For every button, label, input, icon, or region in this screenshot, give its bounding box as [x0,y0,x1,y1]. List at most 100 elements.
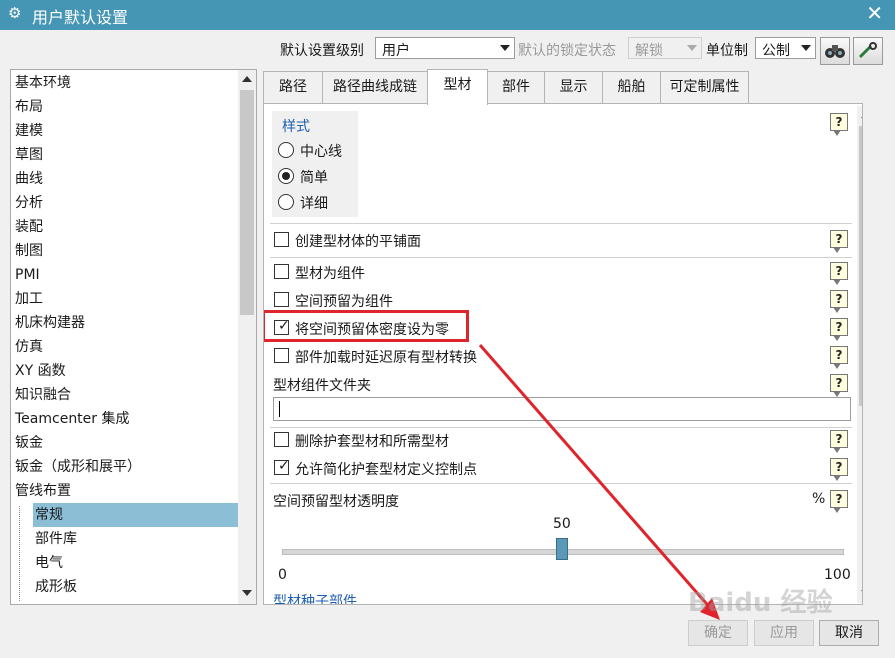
help-icon[interactable]: ? [830,262,848,285]
profile-seed-part-label: 型材种子部件 [273,594,357,605]
separator [270,223,852,224]
panel-scrollbar[interactable] [857,106,862,603]
space-reserve-component-checkbox[interactable] [274,292,289,307]
highlight-box [264,310,469,342]
style-group: 样式 中心线 简单 详细 [272,111,358,217]
tab-display[interactable]: 显示 [544,71,603,103]
tree-item[interactable]: XY 函数 [15,359,66,383]
delete-protect-label: 删除护套型材和所需型材 [295,434,449,450]
help-icon[interactable]: ? [830,346,848,369]
transparency-unit: % [812,491,826,507]
level-label: 默认设置级别 [280,43,364,59]
lock-label: 默认的锁定状态 [518,43,616,59]
chevron-down-icon [801,45,811,51]
tree-item[interactable]: PMI [15,263,40,287]
slider-min: 0 [278,567,287,583]
transparency-label: 空间预留型材透明度 [273,494,399,510]
tree-item[interactable]: 机床构建器 [15,311,85,335]
tab-profile[interactable]: 型材 [427,69,488,105]
tree-subitem[interactable]: 部件库 [33,527,77,551]
tab-part[interactable]: 部件 [487,71,545,103]
help-icon[interactable]: ? [830,490,848,513]
tree-subitem-selected[interactable]: 常规 [33,503,240,527]
scroll-up-icon[interactable] [861,112,862,118]
transparency-slider-thumb[interactable] [556,538,568,560]
tree-subitem[interactable]: 成形板 [33,575,77,599]
create-planar-checkbox[interactable] [274,232,289,247]
radio-centerline-label: 中心线 [300,144,342,160]
tab-path-chain[interactable]: 路径曲线成链 [322,71,428,103]
tree-item[interactable]: 钣金 [15,431,43,455]
tree-item[interactable]: 管线布置 [15,479,71,503]
lock-select-value: 解锁 [635,43,663,59]
tree-item[interactable]: 建模 [15,119,43,143]
as-component-checkbox[interactable] [274,264,289,279]
scroll-down-icon[interactable] [242,590,252,596]
tab-ship[interactable]: 船舶 [602,71,661,103]
radio-centerline[interactable] [278,142,294,158]
find-button[interactable] [820,37,850,65]
help-icon[interactable]: ? [830,458,848,481]
apply-button[interactable]: 应用 [754,620,814,646]
radio-simple[interactable] [278,168,294,184]
panel-scroll-thumb[interactable] [859,126,862,406]
help-icon[interactable]: ? [830,374,848,397]
level-select[interactable]: 用户 [375,37,515,59]
folder-input[interactable] [273,397,851,421]
tree-item[interactable]: 仿真 [15,335,43,359]
unit-select[interactable]: 公制 [755,37,816,59]
separator [270,427,852,428]
close-icon[interactable]: ✕ [866,1,883,25]
binoculars-icon [825,45,845,58]
help-icon[interactable]: ? [830,113,848,136]
tree-item[interactable]: 草图 [15,143,43,167]
scroll-down-icon[interactable] [861,590,862,596]
help-icon[interactable]: ? [830,430,848,453]
delay-convert-label: 部件加载时延迟原有型材转换 [295,350,477,366]
gear-icon: ⚙ [8,4,22,22]
lock-select[interactable]: 解锁 [628,37,702,59]
space-reserve-component-label: 空间预留为组件 [295,294,393,310]
profile-panel: 样式 中心线 简单 详细 ? 创建型材体的平铺面 ? 型材为组件 ? 空间预留为… [263,103,863,605]
unit-label: 单位制 [706,43,748,59]
help-icon[interactable]: ? [830,290,848,313]
tree-item[interactable]: 制图 [15,239,43,263]
tree-item[interactable]: 曲线 [15,167,43,191]
allow-simplify-label: 允许简化护套型材定义控制点 [295,462,477,478]
ok-button[interactable]: 确定 [688,620,748,646]
tree-item[interactable]: 分析 [15,191,43,215]
watermark: Baidu 经验 [688,588,833,618]
tree-scroll-thumb[interactable] [240,90,254,315]
slider-max: 100 [824,567,851,583]
allow-simplify-checkbox[interactable]: ✓ [274,458,290,475]
unit-select-value: 公制 [762,43,790,59]
help-icon[interactable]: ? [830,230,848,253]
tree-item[interactable]: 布局 [15,95,43,119]
category-tree[interactable]: 基本环境 布局 建模 草图 曲线 分析 装配 制图 PMI 加工 机床构建器 仿… [10,69,257,605]
tree-item[interactable]: 装配 [15,215,43,239]
radio-simple-label: 简单 [300,170,328,186]
tree-item[interactable]: 加工 [15,287,43,311]
create-planar-label: 创建型材体的平铺面 [295,234,421,250]
delete-protect-checkbox[interactable] [274,432,289,447]
help-icon[interactable]: ? [830,318,848,341]
tree-scrollbar[interactable] [238,70,256,604]
radio-detailed[interactable] [278,194,294,210]
tab-path[interactable]: 路径 [263,71,323,103]
scroll-up-icon[interactable] [242,76,252,82]
tree-item[interactable]: 基本环境 [15,71,71,95]
tree-item[interactable]: 钣金（成形和展平） [15,455,141,479]
slider-value: 50 [553,516,571,532]
tree-subitem[interactable]: 电气 [33,551,63,575]
text-caret [279,401,280,417]
cancel-button[interactable]: 取消 [819,620,879,646]
radio-selected-dot [282,172,290,180]
tree-connector [19,506,21,601]
as-component-label: 型材为组件 [295,266,365,282]
separator [270,483,852,484]
tree-item[interactable]: 知识融合 [15,383,71,407]
delay-convert-checkbox[interactable] [274,348,289,363]
settings-button[interactable] [853,37,883,65]
tab-custom-attributes[interactable]: 可定制属性 [660,71,749,103]
tree-item[interactable]: Teamcenter 集成 [15,407,130,431]
